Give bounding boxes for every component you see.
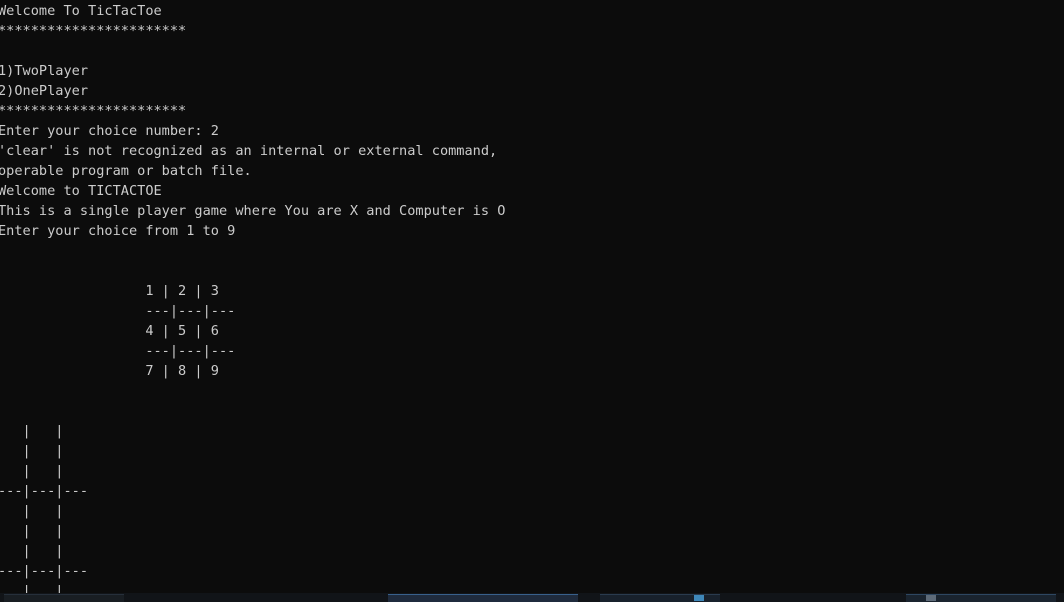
reference-board-divider-2: ---|---|--- bbox=[0, 343, 236, 359]
reference-board-row-3: 7 | 8 | 9 bbox=[0, 363, 219, 379]
line-game-description: This is a single player game where You a… bbox=[0, 203, 506, 219]
reference-board-row-2: 4 | 5 | 6 bbox=[0, 323, 219, 339]
play-board-divider-1: ---|---|--- bbox=[0, 483, 89, 499]
play-board-row-1-line-3: | | bbox=[0, 463, 64, 479]
line-error-message-1: 'clear' is not recognized as an internal… bbox=[0, 143, 498, 159]
console-output: Welcome To TicTacToe ********************… bbox=[0, 1, 505, 602]
terminal-window[interactable]: Welcome To TicTacToe ********************… bbox=[0, 0, 1064, 602]
taskbar-item-window-active[interactable] bbox=[388, 594, 578, 602]
play-board-row-2-line-2: | | bbox=[0, 523, 64, 539]
taskbar-tray-icon[interactable] bbox=[926, 595, 936, 601]
line-error-message-2: operable program or batch file. bbox=[0, 163, 252, 179]
line-blank-3 bbox=[0, 261, 505, 281]
taskbar-item-start[interactable] bbox=[4, 594, 124, 602]
line-instruction: Enter your choice from 1 to 9 bbox=[0, 223, 236, 239]
line-blank-5 bbox=[0, 401, 505, 421]
line-blank-4 bbox=[0, 381, 505, 401]
line-separator-top: *********************** bbox=[0, 23, 187, 39]
play-board-row-1-line-2: | | bbox=[0, 443, 64, 459]
play-board-row-2-line-3: | | bbox=[0, 543, 64, 559]
line-separator-bottom: *********************** bbox=[0, 103, 187, 119]
line-menu-option-one-player: 2)OnePlayer bbox=[0, 83, 89, 99]
play-board-row-1-line-1: | | bbox=[0, 423, 64, 439]
play-board-row-2-line-1: | | bbox=[0, 503, 64, 519]
line-menu-option-two-player: 1)TwoPlayer bbox=[0, 63, 89, 79]
line-game-title: Welcome to TICTACTOE bbox=[0, 183, 162, 199]
line-choice-prompt: Enter your choice number: 2 bbox=[0, 123, 219, 139]
play-board-divider-2: ---|---|--- bbox=[0, 563, 89, 579]
taskbar-indicator-icon[interactable] bbox=[694, 595, 704, 601]
line-blank-1 bbox=[0, 41, 505, 61]
reference-board-divider-1: ---|---|--- bbox=[0, 303, 236, 319]
reference-board-row-1: 1 | 2 | 3 bbox=[0, 283, 219, 299]
line-blank-2 bbox=[0, 241, 505, 261]
line-welcome-title: Welcome To TicTacToe bbox=[0, 3, 162, 19]
taskbar[interactable] bbox=[0, 593, 1064, 602]
